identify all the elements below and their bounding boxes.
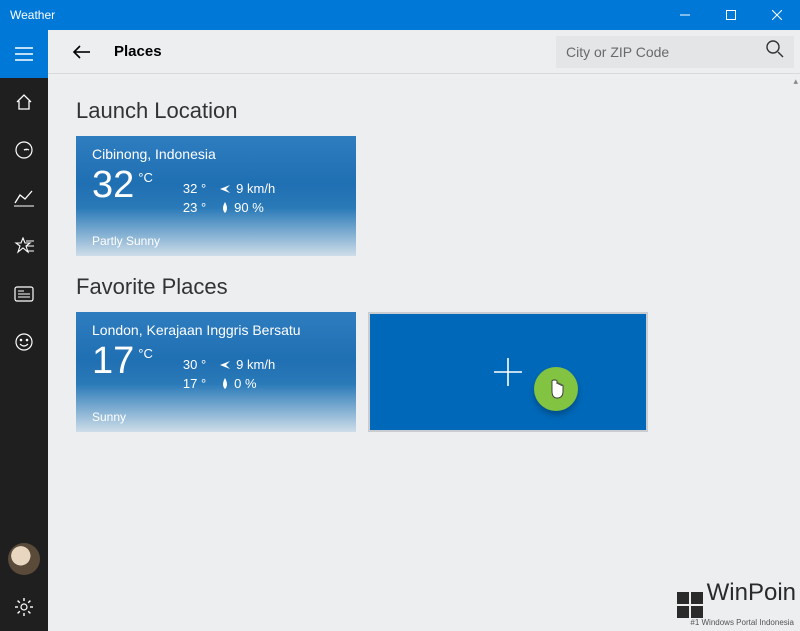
page-title: Places [114,43,162,60]
nav-historical[interactable] [0,174,48,222]
hamburger-button[interactable] [0,30,48,78]
tile-condition: Sunny [92,410,340,424]
radar-icon [14,140,34,160]
wind-icon [220,360,232,370]
tile-unit: °C [138,346,153,361]
news-icon [14,286,34,302]
nav-home[interactable] [0,78,48,126]
tile-temp: 17 [92,342,134,380]
maximize-button[interactable] [708,0,754,30]
close-button[interactable] [754,0,800,30]
tile-wind: 9 km/h [236,357,275,372]
tile-unit: °C [138,170,153,185]
search-icon [766,40,784,63]
window-titlebar: Weather [0,0,800,30]
chart-icon [14,189,34,207]
pointer-cursor-icon [546,378,566,400]
nav-places[interactable] [0,222,48,270]
cursor-indicator [534,367,578,411]
places-icon [14,237,34,255]
smile-icon [15,333,33,351]
plus-icon [490,354,526,390]
drop-icon [220,202,230,214]
nav-news[interactable] [0,270,48,318]
nav-maps[interactable] [0,126,48,174]
tile-wind: 9 km/h [236,181,275,196]
favorite-tile[interactable]: London, Kerajaan Inggris Bersatu 17 °C 3… [76,312,356,432]
tile-low: 23 ° [183,200,206,215]
sidebar [0,30,48,631]
tile-temp: 32 [92,166,134,204]
search-box[interactable] [556,36,794,68]
winpoin-logo-icon [677,592,703,618]
tile-high: 32 ° [183,181,206,196]
tile-high: 30 ° [183,357,206,372]
back-arrow-icon [72,44,92,60]
wind-icon [220,184,232,194]
watermark: WinPoin #1 Windows Portal Indonesia [677,579,796,627]
launch-location-tile[interactable]: Cibinong, Indonesia 32 °C 32 ° 23 ° 9 km… [76,136,356,256]
launch-location-heading: Launch Location [76,98,772,124]
tile-humidity: 90 % [234,200,264,215]
page-header: Places [48,30,800,74]
scrollbar[interactable]: ▴ [788,74,800,631]
window-title: Weather [0,8,662,22]
nav-settings[interactable] [0,583,48,631]
scroll-up-arrow-icon[interactable]: ▴ [793,76,798,87]
add-favorite-tile[interactable] [368,312,648,432]
watermark-tagline: #1 Windows Portal Indonesia [677,618,794,627]
user-avatar[interactable] [8,543,40,575]
drop-icon [220,378,230,390]
tile-humidity: 0 % [234,376,256,391]
tile-location: Cibinong, Indonesia [92,146,340,162]
gear-icon [15,598,33,616]
home-icon [15,93,33,111]
tile-low: 17 ° [183,376,206,391]
watermark-name: WinPoin [707,579,796,606]
nav-feedback[interactable] [0,318,48,366]
tile-location: London, Kerajaan Inggris Bersatu [92,322,340,338]
back-button[interactable] [64,34,100,70]
search-input[interactable] [566,44,760,60]
favorite-places-heading: Favorite Places [76,274,772,300]
minimize-button[interactable] [662,0,708,30]
tile-condition: Partly Sunny [92,234,340,248]
main-content: Places Launch Location Cibinong, Indones… [48,30,800,631]
